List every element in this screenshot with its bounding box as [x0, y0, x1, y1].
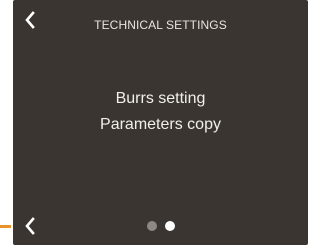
page-dot-2-active[interactable]	[164, 221, 175, 231]
screen-title: TECHNICAL SETTINGS	[94, 18, 227, 32]
device-screen: TECHNICAL SETTINGS Burrs setting Paramet…	[13, 0, 308, 245]
settings-menu: Burrs setting Parameters copy	[13, 86, 308, 138]
page-indicator	[13, 221, 308, 231]
menu-item-parameters-copy[interactable]: Parameters copy	[13, 112, 308, 138]
menu-item-burrs-setting[interactable]: Burrs setting	[13, 86, 308, 112]
page-dot-1[interactable]	[146, 221, 157, 231]
callout-pointer-line	[0, 225, 11, 228]
